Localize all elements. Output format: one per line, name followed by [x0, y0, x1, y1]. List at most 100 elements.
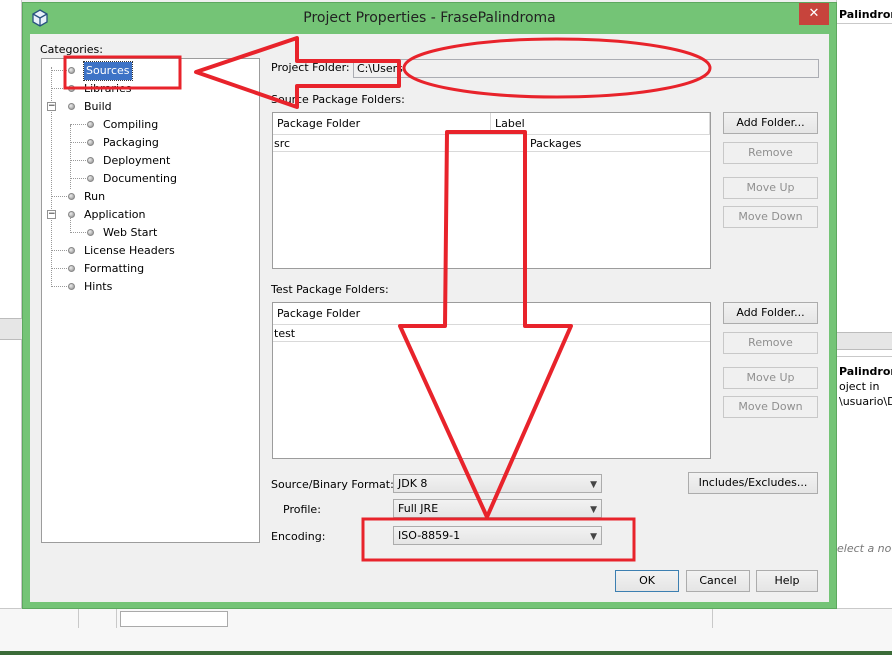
selected-value: ISO-8859-1: [398, 529, 461, 542]
tree-guide: [70, 124, 86, 125]
remove-test-folder-button[interactable]: Remove: [723, 332, 818, 354]
tree-guide: [51, 250, 67, 251]
tree-item-label: Libraries: [84, 82, 132, 95]
node-bullet-icon: [87, 139, 94, 146]
navigator-line: \usuario\Do: [839, 395, 892, 408]
quick-search-input[interactable]: [120, 611, 228, 627]
navigator-line: oject in: [839, 380, 880, 393]
remove-source-folder-button[interactable]: Remove: [723, 142, 818, 164]
node-bullet-icon: [87, 229, 94, 236]
node-bullet-icon: [87, 121, 94, 128]
os-taskbar: [0, 651, 892, 655]
tree-item-label: Run: [84, 190, 106, 203]
add-test-folder-button[interactable]: Add Folder...: [723, 302, 818, 324]
node-bullet-icon: [68, 85, 75, 92]
dialog-client-area: Categories: Sources Libraries − Build Co…: [30, 34, 829, 602]
node-bullet-icon: [68, 193, 75, 200]
tree-item-label: Packaging: [103, 136, 159, 149]
tree-item-label: Hints: [84, 280, 113, 293]
ok-button[interactable]: OK: [615, 570, 679, 592]
tree-item-label: Build: [84, 100, 112, 113]
move-down-source-button[interactable]: Move Down: [723, 206, 818, 228]
tree-guide: [51, 286, 67, 287]
notification-hint: elect a noti: [837, 542, 892, 555]
collapse-icon[interactable]: −: [47, 102, 56, 111]
selected-value: JDK 8: [398, 477, 428, 490]
source-binary-format-label: Source/Binary Format:: [271, 478, 394, 491]
table-header: Package Folder: [273, 303, 710, 325]
cell-package-folder[interactable]: test: [273, 326, 491, 342]
move-down-test-button[interactable]: Move Down: [723, 396, 818, 418]
tree-item-label: Compiling: [103, 118, 159, 131]
test-folders-table[interactable]: Package Folder test: [272, 302, 711, 459]
tree-guide: [70, 178, 86, 179]
encoding-select[interactable]: ISO-8859-1 ▼: [393, 526, 602, 545]
project-folder-field[interactable]: C:\Users: [353, 59, 819, 78]
tree-item-label: Deployment: [103, 154, 171, 167]
tree-item-label: Web Start: [103, 226, 158, 239]
source-folders-table[interactable]: Package Folder Label src Packages: [272, 112, 711, 269]
ide-right-toolbar-strip: [837, 332, 892, 350]
node-bullet-icon: [68, 247, 75, 254]
tree-guide: [70, 160, 86, 161]
project-folder-label: Project Folder:: [271, 61, 350, 74]
tree-guide: [70, 142, 86, 143]
tree-guide: [51, 67, 52, 285]
tree-guide: [51, 196, 67, 197]
node-bullet-icon: [87, 175, 94, 182]
source-binary-format-select[interactable]: JDK 8 ▼: [393, 474, 602, 493]
cancel-button[interactable]: Cancel: [686, 570, 750, 592]
navigator-panel: Palindroma oject in \usuario\Do: [837, 356, 892, 466]
help-button[interactable]: Help: [756, 570, 818, 592]
tree-item-label: Application: [84, 208, 146, 221]
cell-package-folder[interactable]: src: [273, 136, 491, 152]
navigator-title: Palindroma: [839, 365, 892, 378]
project-properties-dialog: Project Properties - FrasePalindroma ✕ C…: [22, 2, 837, 609]
profile-label: Profile:: [283, 503, 321, 516]
tree-guide: [51, 70, 67, 71]
dialog-title: Project Properties - FrasePalindroma: [303, 10, 556, 26]
ide-right-panel: Palindroma Palindroma oject in \usuario\…: [836, 0, 892, 655]
bottom-separator: [712, 609, 713, 628]
column-header-package-folder[interactable]: Package Folder: [273, 303, 710, 325]
tree-guide: [51, 268, 67, 269]
encoding-label: Encoding:: [271, 530, 326, 543]
close-button[interactable]: ✕: [799, 3, 829, 25]
tree-item-label: License Headers: [84, 244, 175, 257]
tree-guide: [70, 125, 71, 189]
test-folders-label: Test Package Folders:: [271, 283, 389, 296]
bottom-separator: [116, 609, 117, 628]
node-bullet-icon: [68, 67, 75, 74]
ide-left-toolbar-strip: [0, 318, 22, 340]
move-up-test-button[interactable]: Move Up: [723, 367, 818, 389]
tree-guide: [70, 232, 86, 233]
table-header: Package Folder Label: [273, 113, 710, 135]
collapse-icon[interactable]: −: [47, 210, 56, 219]
includes-excludes-button[interactable]: Includes/Excludes...: [688, 472, 818, 494]
table-row[interactable]: src Packages: [273, 136, 710, 152]
node-bullet-icon: [68, 103, 75, 110]
categories-tree[interactable]: Sources Libraries − Build Compiling Pack…: [41, 58, 260, 543]
table-row[interactable]: test: [273, 326, 710, 342]
column-header-package-folder[interactable]: Package Folder: [273, 113, 491, 135]
profile-select[interactable]: Full JRE ▼: [393, 499, 602, 518]
chevron-down-icon: ▼: [590, 505, 597, 515]
cell-label[interactable]: Packages: [529, 136, 709, 152]
editor-tab[interactable]: Palindroma: [837, 6, 892, 24]
source-folders-label: Source Package Folders:: [271, 93, 405, 106]
node-bullet-icon: [87, 157, 94, 164]
tree-item-label: Formatting: [84, 262, 145, 275]
chevron-down-icon: ▼: [590, 532, 597, 542]
bottom-separator: [78, 609, 79, 628]
node-bullet-icon: [68, 211, 75, 218]
node-bullet-icon: [68, 283, 75, 290]
node-bullet-icon: [68, 265, 75, 272]
column-header-label[interactable]: Label: [491, 113, 710, 135]
chevron-down-icon: ▼: [590, 480, 597, 490]
dialog-titlebar[interactable]: Project Properties - FrasePalindroma ✕: [23, 3, 836, 33]
add-source-folder-button[interactable]: Add Folder...: [723, 112, 818, 134]
ide-bottom-bar: [0, 608, 892, 655]
move-up-source-button[interactable]: Move Up: [723, 177, 818, 199]
categories-label: Categories:: [40, 43, 103, 56]
tree-item-label: Documenting: [103, 172, 177, 185]
